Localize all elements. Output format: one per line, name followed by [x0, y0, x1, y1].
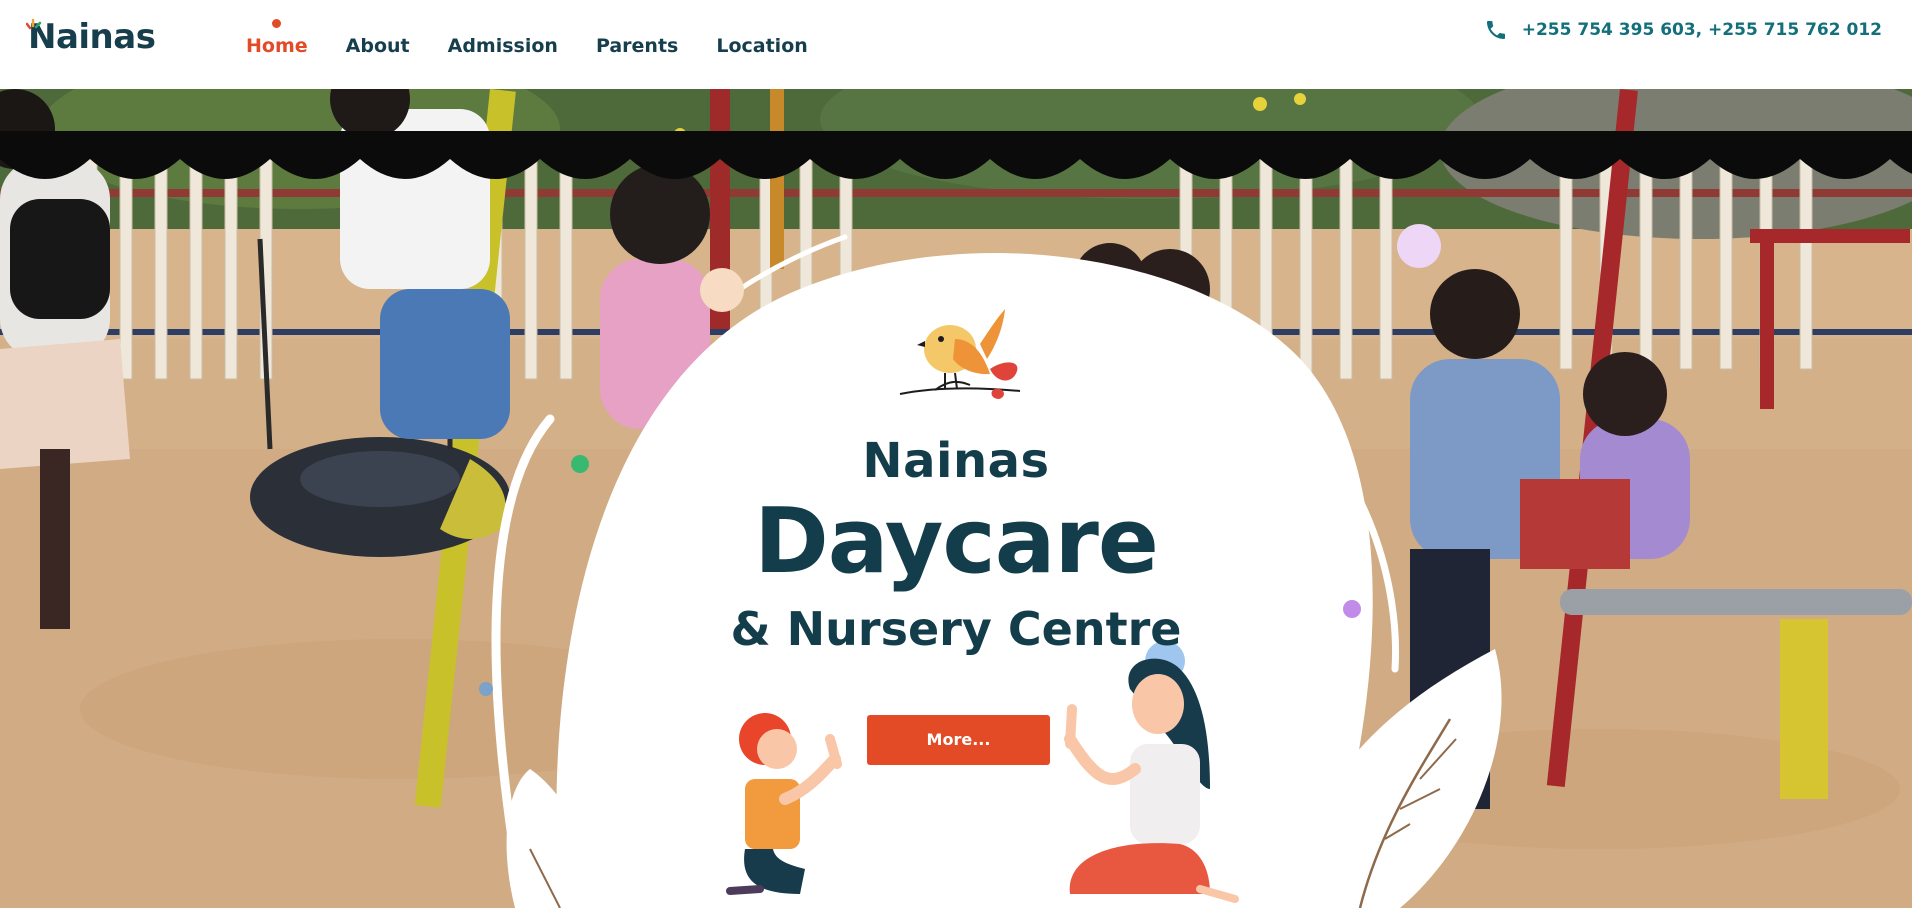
nav-item-label: Admission [447, 35, 558, 57]
kid-illustration [726, 713, 842, 895]
bird-icon [899, 309, 1021, 399]
woman-illustration [1064, 658, 1239, 903]
nav-item-admission[interactable]: Admission [448, 34, 558, 58]
logo-spark-icon [26, 18, 42, 30]
site-header: Nainas Home About Admission Parents Loca… [0, 0, 1912, 89]
nav-item-about[interactable]: About [346, 34, 410, 58]
hero-title-brand: Nainas [862, 433, 1050, 489]
nav-item-location[interactable]: Location [716, 34, 807, 58]
contact-phone[interactable]: +255 754 395 603, +255 715 762 012 [1484, 18, 1882, 42]
nav-item-label: Location [716, 35, 808, 57]
nav-item-label: About [345, 35, 410, 57]
nav-item-home[interactable]: Home [246, 19, 308, 58]
hero-section: Nainas Daycare & Nursery Centre More... [0, 89, 1912, 908]
active-indicator-dot [271, 19, 281, 28]
phone-icon [1486, 21, 1505, 39]
hero-title-main: Daycare [754, 489, 1159, 594]
nav-item-parents[interactable]: Parents [596, 34, 678, 58]
nav-item-label: Parents [595, 35, 679, 57]
phone-numbers: +255 754 395 603, +255 715 762 012 [1521, 20, 1882, 40]
site-logo[interactable]: Nainas [26, 17, 156, 57]
more-button[interactable]: More... [867, 715, 1050, 765]
logo-text: Nainas [28, 17, 156, 57]
main-nav: Home About Admission Parents Location [246, 19, 808, 58]
hero-title-sub: & Nursery Centre [730, 602, 1182, 656]
nav-item-label: Home [246, 35, 308, 57]
